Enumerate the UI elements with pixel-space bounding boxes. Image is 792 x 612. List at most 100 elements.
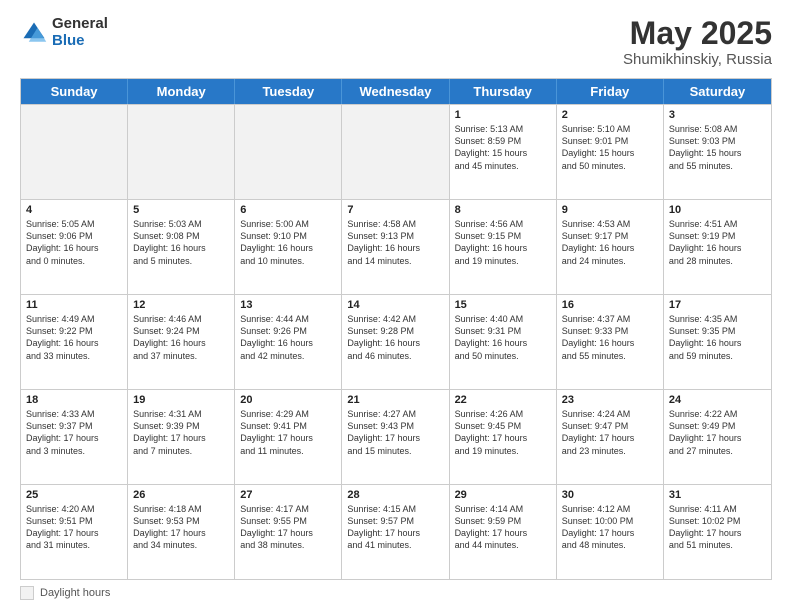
cal-cell-1-5: 1 Sunrise: 5:13 AM Sunset: 8:59 PM Daylig… <box>450 105 557 199</box>
calendar-header-row: SundayMondayTuesdayWednesdayThursdayFrid… <box>21 79 771 104</box>
cal-cell-2-1: 4 Sunrise: 5:05 AM Sunset: 9:06 PM Daylig… <box>21 200 128 294</box>
cell-info: Sunrise: 4:33 AM Sunset: 9:37 PM Dayligh… <box>26 408 122 457</box>
cal-cell-5-4: 28 Sunrise: 4:15 AM Sunset: 9:57 PM Dayli… <box>342 485 449 579</box>
header-cell-saturday: Saturday <box>664 79 771 104</box>
cell-info: Sunrise: 4:37 AM Sunset: 9:33 PM Dayligh… <box>562 313 658 362</box>
day-number: 20 <box>240 394 336 406</box>
title-month: May 2025 <box>623 16 772 51</box>
cal-cell-4-3: 20 Sunrise: 4:29 AM Sunset: 9:41 PM Dayli… <box>235 390 342 484</box>
day-number: 17 <box>669 299 766 311</box>
cal-cell-2-7: 10 Sunrise: 4:51 AM Sunset: 9:19 PM Dayli… <box>664 200 771 294</box>
cal-cell-1-3 <box>235 105 342 199</box>
cell-info: Sunrise: 5:05 AM Sunset: 9:06 PM Dayligh… <box>26 218 122 267</box>
cell-info: Sunrise: 4:22 AM Sunset: 9:49 PM Dayligh… <box>669 408 766 457</box>
header-cell-thursday: Thursday <box>450 79 557 104</box>
day-number: 9 <box>562 204 658 216</box>
cell-info: Sunrise: 4:20 AM Sunset: 9:51 PM Dayligh… <box>26 503 122 552</box>
cal-cell-5-7: 31Sunrise: 4:11 AM Sunset: 10:02 PM Dayl… <box>664 485 771 579</box>
page: General Blue May 2025 Shumikhinskiy, Rus… <box>0 0 792 612</box>
day-number: 15 <box>455 299 551 311</box>
cell-info: Sunrise: 4:26 AM Sunset: 9:45 PM Dayligh… <box>455 408 551 457</box>
cell-info: Sunrise: 5:13 AM Sunset: 8:59 PM Dayligh… <box>455 123 551 172</box>
cal-cell-3-1: 11Sunrise: 4:49 AM Sunset: 9:22 PM Dayli… <box>21 295 128 389</box>
footer: Daylight hours <box>20 586 772 600</box>
cell-info: Sunrise: 4:27 AM Sunset: 9:43 PM Dayligh… <box>347 408 443 457</box>
day-number: 6 <box>240 204 336 216</box>
cell-info: Sunrise: 4:29 AM Sunset: 9:41 PM Dayligh… <box>240 408 336 457</box>
cal-cell-3-6: 16 Sunrise: 4:37 AM Sunset: 9:33 PM Dayli… <box>557 295 664 389</box>
logo-icon <box>20 19 48 47</box>
day-number: 24 <box>669 394 766 406</box>
day-number: 27 <box>240 489 336 501</box>
cal-cell-4-2: 19Sunrise: 4:31 AM Sunset: 9:39 PM Dayli… <box>128 390 235 484</box>
cell-info: Sunrise: 4:11 AM Sunset: 10:02 PM Daylig… <box>669 503 766 552</box>
cell-info: Sunrise: 4:15 AM Sunset: 9:57 PM Dayligh… <box>347 503 443 552</box>
header-cell-wednesday: Wednesday <box>342 79 449 104</box>
day-number: 11 <box>26 299 122 311</box>
title-block: May 2025 Shumikhinskiy, Russia <box>623 16 772 68</box>
week-row-4: 18 Sunrise: 4:33 AM Sunset: 9:37 PM Dayli… <box>21 389 771 484</box>
cell-info: Sunrise: 5:08 AM Sunset: 9:03 PM Dayligh… <box>669 123 766 172</box>
cal-cell-2-4: 7Sunrise: 4:58 AM Sunset: 9:13 PM Daylig… <box>342 200 449 294</box>
cell-info: Sunrise: 5:03 AM Sunset: 9:08 PM Dayligh… <box>133 218 229 267</box>
cal-cell-5-3: 27Sunrise: 4:17 AM Sunset: 9:55 PM Dayli… <box>235 485 342 579</box>
day-number: 14 <box>347 299 443 311</box>
cal-cell-5-6: 30 Sunrise: 4:12 AM Sunset: 10:00 PM Dayl… <box>557 485 664 579</box>
cal-cell-4-4: 21 Sunrise: 4:27 AM Sunset: 9:43 PM Dayli… <box>342 390 449 484</box>
cell-info: Sunrise: 4:35 AM Sunset: 9:35 PM Dayligh… <box>669 313 766 362</box>
cell-info: Sunrise: 5:10 AM Sunset: 9:01 PM Dayligh… <box>562 123 658 172</box>
cell-info: Sunrise: 4:44 AM Sunset: 9:26 PM Dayligh… <box>240 313 336 362</box>
cell-info: Sunrise: 4:14 AM Sunset: 9:59 PM Dayligh… <box>455 503 551 552</box>
cal-cell-1-4 <box>342 105 449 199</box>
header: General Blue May 2025 Shumikhinskiy, Rus… <box>20 16 772 68</box>
day-number: 12 <box>133 299 229 311</box>
header-cell-sunday: Sunday <box>21 79 128 104</box>
cell-info: Sunrise: 4:53 AM Sunset: 9:17 PM Dayligh… <box>562 218 658 267</box>
day-number: 13 <box>240 299 336 311</box>
day-number: 3 <box>669 109 766 121</box>
title-location: Shumikhinskiy, Russia <box>623 51 772 68</box>
cal-cell-2-3: 6 Sunrise: 5:00 AM Sunset: 9:10 PM Daylig… <box>235 200 342 294</box>
cal-cell-2-6: 9 Sunrise: 4:53 AM Sunset: 9:17 PM Daylig… <box>557 200 664 294</box>
day-number: 1 <box>455 109 551 121</box>
cal-cell-3-7: 17 Sunrise: 4:35 AM Sunset: 9:35 PM Dayli… <box>664 295 771 389</box>
cal-cell-4-5: 22 Sunrise: 4:26 AM Sunset: 9:45 PM Dayli… <box>450 390 557 484</box>
day-number: 25 <box>26 489 122 501</box>
day-number: 18 <box>26 394 122 406</box>
day-number: 10 <box>669 204 766 216</box>
day-number: 16 <box>562 299 658 311</box>
cal-cell-4-7: 24 Sunrise: 4:22 AM Sunset: 9:49 PM Dayli… <box>664 390 771 484</box>
cell-info: Sunrise: 4:12 AM Sunset: 10:00 PM Daylig… <box>562 503 658 552</box>
cal-cell-4-1: 18 Sunrise: 4:33 AM Sunset: 9:37 PM Dayli… <box>21 390 128 484</box>
day-number: 19 <box>133 394 229 406</box>
header-cell-friday: Friday <box>557 79 664 104</box>
cal-cell-3-2: 12Sunrise: 4:46 AM Sunset: 9:24 PM Dayli… <box>128 295 235 389</box>
day-number: 28 <box>347 489 443 501</box>
cal-cell-3-4: 14Sunrise: 4:42 AM Sunset: 9:28 PM Dayli… <box>342 295 449 389</box>
daylight-label: Daylight hours <box>40 587 110 599</box>
cell-info: Sunrise: 4:24 AM Sunset: 9:47 PM Dayligh… <box>562 408 658 457</box>
header-cell-tuesday: Tuesday <box>235 79 342 104</box>
week-row-3: 11Sunrise: 4:49 AM Sunset: 9:22 PM Dayli… <box>21 294 771 389</box>
day-number: 21 <box>347 394 443 406</box>
calendar-body: 1 Sunrise: 5:13 AM Sunset: 8:59 PM Daylig… <box>21 104 771 579</box>
logo-text: General Blue <box>52 16 108 49</box>
calendar: SundayMondayTuesdayWednesdayThursdayFrid… <box>20 78 772 580</box>
cell-info: Sunrise: 4:51 AM Sunset: 9:19 PM Dayligh… <box>669 218 766 267</box>
cal-cell-1-1 <box>21 105 128 199</box>
footer-shaded-box <box>20 586 34 600</box>
day-number: 5 <box>133 204 229 216</box>
day-number: 26 <box>133 489 229 501</box>
cal-cell-2-5: 8Sunrise: 4:56 AM Sunset: 9:15 PM Daylig… <box>450 200 557 294</box>
cal-cell-5-2: 26Sunrise: 4:18 AM Sunset: 9:53 PM Dayli… <box>128 485 235 579</box>
cal-cell-1-2 <box>128 105 235 199</box>
cal-cell-4-6: 23Sunrise: 4:24 AM Sunset: 9:47 PM Dayli… <box>557 390 664 484</box>
week-row-5: 25 Sunrise: 4:20 AM Sunset: 9:51 PM Dayli… <box>21 484 771 579</box>
day-number: 30 <box>562 489 658 501</box>
day-number: 8 <box>455 204 551 216</box>
cell-info: Sunrise: 5:00 AM Sunset: 9:10 PM Dayligh… <box>240 218 336 267</box>
logo-general: General <box>52 15 108 32</box>
day-number: 22 <box>455 394 551 406</box>
day-number: 4 <box>26 204 122 216</box>
logo: General Blue <box>20 16 108 49</box>
